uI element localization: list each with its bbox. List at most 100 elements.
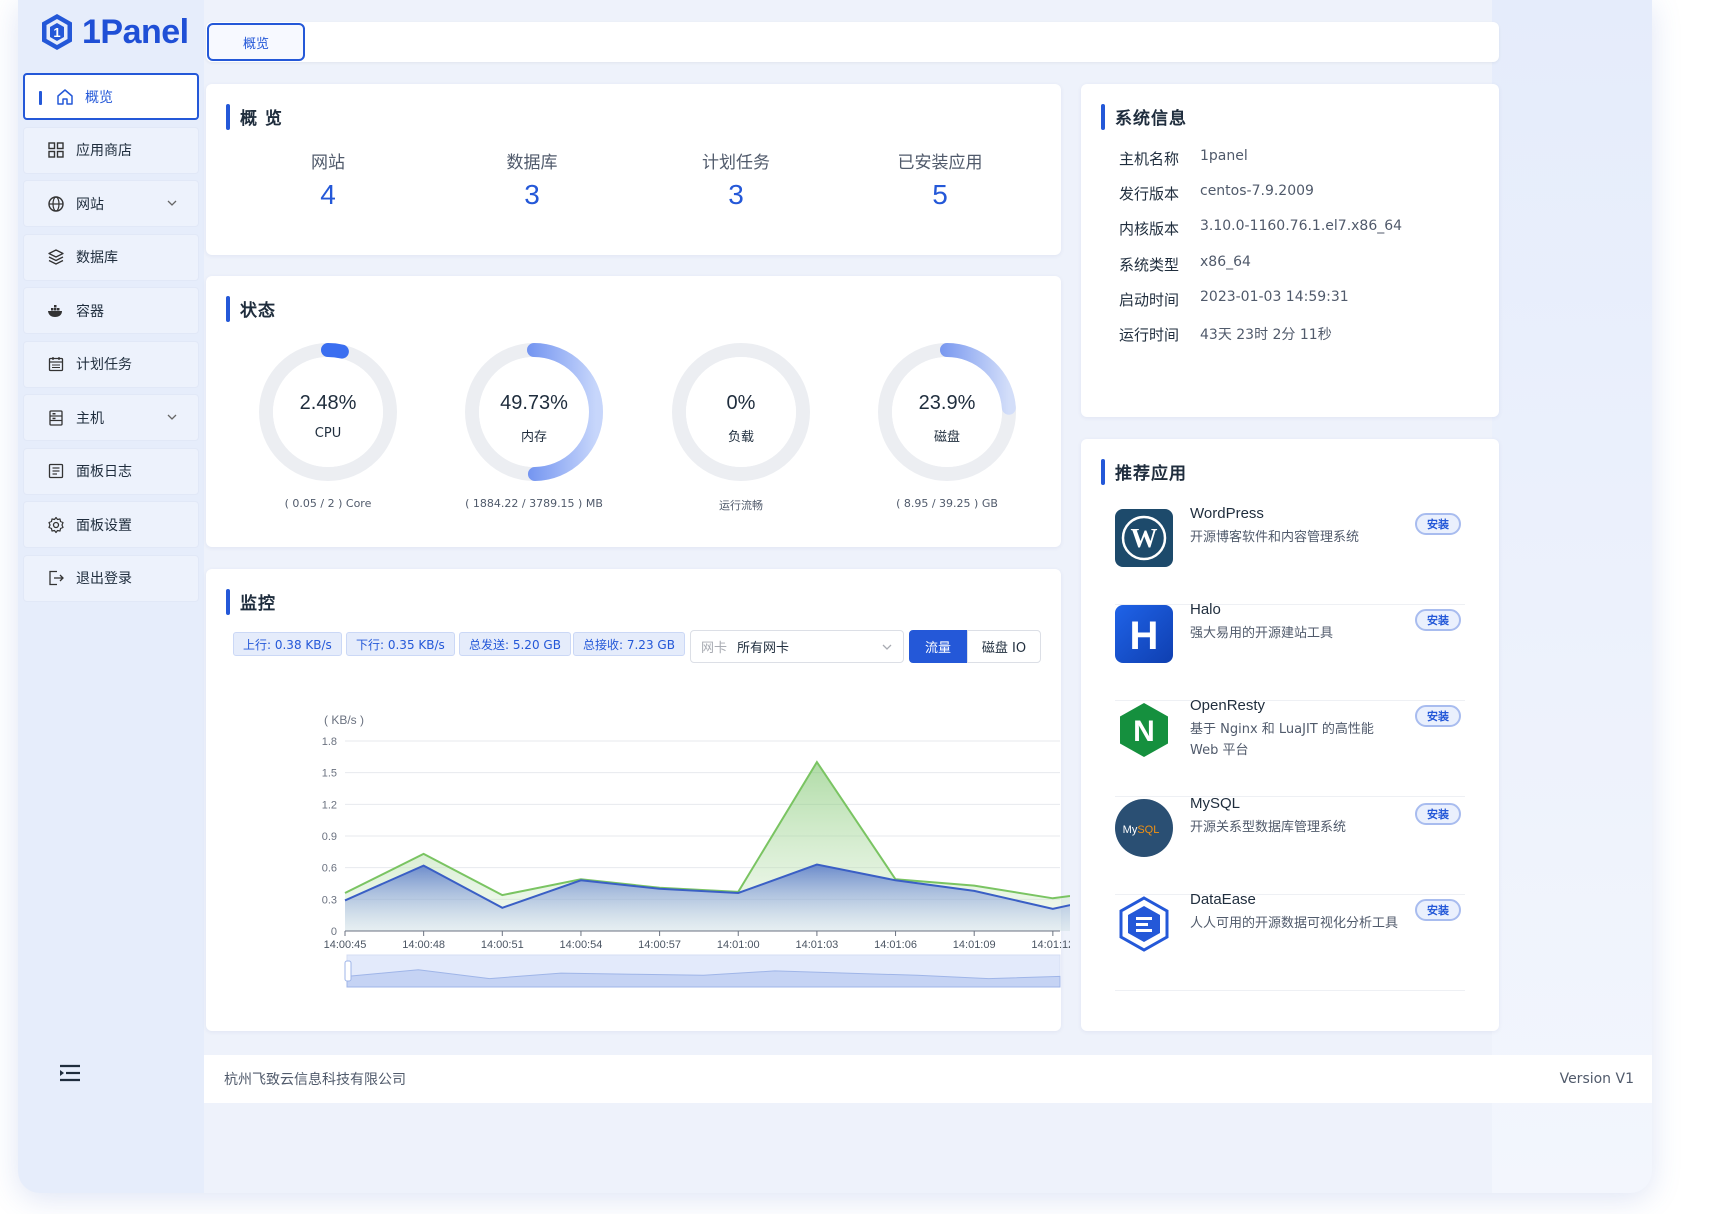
system-info-value: 43天 23时 2分 11秒 [1200,327,1332,343]
disk-io-toggle-button[interactable]: 磁盘 IO [967,630,1041,663]
sidebar-item-overview[interactable]: 概览 [23,73,199,120]
overview-value: 4 [320,179,336,210]
install-button[interactable]: 安装 [1415,803,1461,825]
gear-icon [46,515,66,535]
system-info-title: 系统信息 [1101,104,1187,130]
app-description: 开源博客软件和内容管理系统 [1190,530,1360,545]
halo-icon: H [1115,605,1173,663]
system-info-value: 1panel [1200,148,1248,164]
dataease-icon [1115,895,1173,953]
overview-item-website[interactable]: 网站 4 [248,148,408,211]
chevron-down-icon [167,414,177,420]
y-tick-label: 1.5 [322,768,337,780]
overview-title: 概 览 [226,104,283,130]
system-info-row: 系统类型 x86_64 [1119,254,1251,275]
nic-select-value: 所有网卡 [737,641,790,656]
x-tick-label: 14:00:57 [638,939,681,951]
tab-overview[interactable]: 概览 [207,23,305,61]
overview-label: 数据库 [506,153,558,173]
gauge-label: 磁盘 [933,430,960,445]
y-tick-label: 1.2 [322,799,337,811]
svg-text:1: 1 [53,25,60,40]
zoom-slider-handle [344,960,352,982]
svg-text:H: H [1130,614,1159,656]
app-description: 强大易用的开源建站工具 [1190,626,1334,641]
gauge-disk: 23.9% 磁盘 ( 8.95 / 39.25 ) GB [872,342,1032,512]
install-button[interactable]: 安装 [1415,609,1461,631]
x-tick-label: 14:01:00 [717,939,760,951]
app-name: MySQL [1190,795,1241,812]
sidebar-item-panel-settings[interactable]: 面板设置 [23,501,199,548]
app-item-dataease: DataEase 人人可用的开源数据可视化分析工具 安装 [1115,891,1465,991]
sidebar-item-host[interactable]: 主机 [23,394,199,441]
y-tick-label: 0.3 [322,894,337,906]
app-description: 基于 Nginx 和 LuaJIT 的高性能 Web 平台 [1190,722,1374,758]
traffic-toggle-button[interactable]: 流量 [909,630,967,663]
sidebar-item-container[interactable]: 容器 [23,287,199,334]
log-icon [46,461,66,481]
svg-text:W: W [1131,523,1158,553]
system-info-row: 发行版本 centos-7.9.2009 [1119,183,1314,204]
sidebar-item-cron[interactable]: 计划任务 [23,340,199,388]
x-tick-label: 14:00:48 [402,939,445,951]
overview-item-cron[interactable]: 计划任务 3 [656,148,816,211]
sidebar-item-label: 数据库 [76,250,118,266]
system-info-row: 启动时间 2023-01-03 14:59:31 [1119,289,1349,310]
gauge-label: 内存 [520,430,547,445]
overview-item-installed-apps[interactable]: 已安装应用 5 [860,148,1020,211]
system-info-key: 主机名称 [1119,150,1180,168]
y-tick-label: 1.8 [322,736,337,748]
x-tick-label: 14:00:51 [481,939,524,951]
nic-select-prefix: 网卡 [701,641,728,656]
chevron-down-icon [167,200,177,206]
sidebar-item-label: 应用商店 [76,143,132,159]
sidebar-item-logout[interactable]: 退出登录 [23,554,199,602]
sidebar: 1 1Panel 概览 应用商店 网站 数据库 容器 计划任务 主机 面板日志 … [18,0,204,1193]
logo-icon: 1 [40,12,74,52]
overview-value: 3 [524,179,540,210]
x-tick-label: 14:01:06 [874,939,917,951]
x-tick-label: 14:01:12 [1031,939,1070,951]
footer: 杭州飞致云信息科技有限公司 Version V1 [204,1055,1652,1103]
install-button[interactable]: 安装 [1415,899,1461,921]
sidebar-item-label: 计划任务 [76,357,132,373]
logout-icon [46,568,66,588]
nic-select[interactable]: 网卡 所有网卡 [690,630,904,663]
recommended-apps-title: 推荐应用 [1101,459,1187,485]
x-tick-label: 14:00:54 [560,939,603,951]
total-received-tag: 总接收: 7.23 GB [573,632,685,656]
layers-icon [46,247,66,267]
x-tick-label: 14:00:45 [324,939,367,951]
gauge-value: 49.73% [500,392,568,414]
install-button[interactable]: 安装 [1415,705,1461,727]
sidebar-item-panel-log[interactable]: 面板日志 [23,447,199,495]
globe-icon [46,194,66,214]
app-description: 开源关系型数据库管理系统 [1190,820,1347,835]
install-button[interactable]: 安装 [1415,513,1461,535]
sidebar-item-label: 主机 [76,410,104,427]
system-info-card: 系统信息 主机名称 1panel 发行版本 centos-7.9.2009 内核… [1081,84,1499,417]
recommended-apps-card: 推荐应用 W WordPress 开源博客软件和内容管理系统 安装 H Halo… [1081,439,1499,1031]
logo[interactable]: 1 1Panel [40,12,189,52]
status-card: 状态 2.48% CPU ( 0.05 / 2 ) Core 49.73% 内存… [206,276,1061,547]
sidebar-item-website[interactable]: 网站 [23,180,199,227]
sidebar-item-label: 退出登录 [76,571,132,587]
overview-item-database[interactable]: 数据库 3 [452,148,612,211]
sidebar-item-database[interactable]: 数据库 [23,233,199,281]
docker-icon [46,301,66,321]
app-name: Halo [1190,601,1221,618]
sidebar-item-label: 容器 [76,303,104,320]
gauge-label: CPU [314,426,342,441]
system-info-key: 发行版本 [1119,185,1180,203]
collapse-menu-icon[interactable] [58,1062,82,1084]
traffic-chart: ( KB/s ) 0 0.3 0.6 0.9 1.2 1.5 1.8 14:00:45 14:00… [322,713,1070,988]
home-icon [55,87,75,107]
mysql-icon: MySQL [1115,799,1173,857]
overview-label: 网站 [311,153,345,173]
gauge-label: 负载 [727,430,754,445]
system-info-value: 3.10.0-1160.76.1.el7.x86_64 [1200,218,1403,234]
monitor-title: 监控 [226,589,276,615]
chevron-down-icon [882,644,892,650]
sidebar-item-app-store[interactable]: 应用商店 [23,126,199,174]
system-info-row: 运行时间 43天 23时 2分 11秒 [1119,324,1332,345]
